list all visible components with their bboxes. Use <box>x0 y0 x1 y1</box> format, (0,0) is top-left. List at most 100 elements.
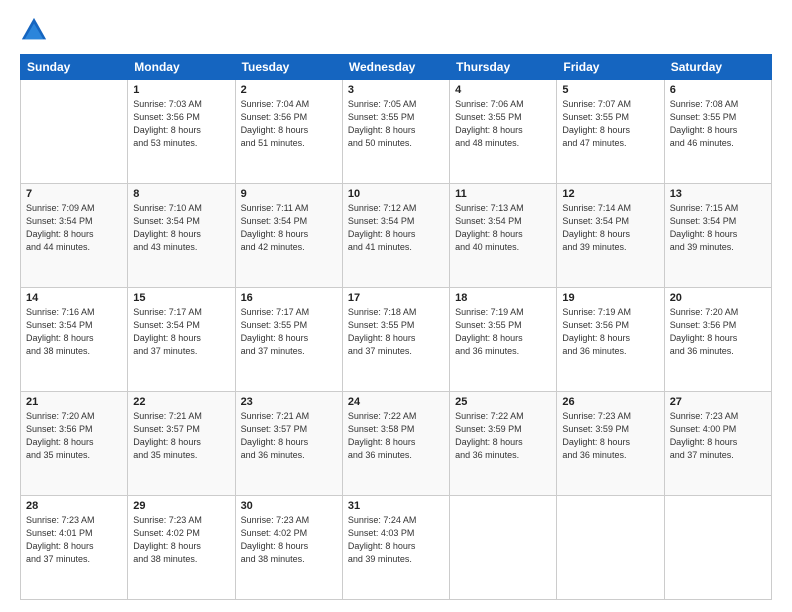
day-info: Sunrise: 7:24 AM Sunset: 4:03 PM Dayligh… <box>348 514 444 566</box>
calendar-cell: 26 Sunrise: 7:23 AM Sunset: 3:59 PM Dayli… <box>557 392 664 496</box>
day-info: Sunrise: 7:09 AM Sunset: 3:54 PM Dayligh… <box>26 202 122 254</box>
calendar-cell: 4 Sunrise: 7:06 AM Sunset: 3:55 PM Daylig… <box>450 80 557 184</box>
page: SundayMondayTuesdayWednesdayThursdayFrid… <box>0 0 792 612</box>
day-info: Sunrise: 7:12 AM Sunset: 3:54 PM Dayligh… <box>348 202 444 254</box>
calendar-cell: 22Sunrise: 7:21 AM Sunset: 3:57 PM Dayli… <box>128 392 235 496</box>
day-number: 17 <box>348 292 444 304</box>
day-number: 16 <box>241 292 337 304</box>
calendar-cell: 14 Sunrise: 7:16 AM Sunset: 3:54 PM Dayli… <box>21 288 128 392</box>
weekday-header-monday: Monday <box>128 55 235 80</box>
calendar-cell: 6 Sunrise: 7:08 AM Sunset: 3:55 PM Daylig… <box>664 80 771 184</box>
day-info: Sunrise: 7:17 AM Sunset: 3:55 PM Dayligh… <box>241 306 337 358</box>
day-info: Sunrise: 7:16 AM Sunset: 3:54 PM Dayligh… <box>26 306 122 358</box>
calendar-cell: 24 Sunrise: 7:22 AM Sunset: 3:58 PM Dayli… <box>342 392 449 496</box>
calendar-cell: 27Sunrise: 7:23 AM Sunset: 4:00 PM Dayli… <box>664 392 771 496</box>
calendar-cell: 8 Sunrise: 7:10 AM Sunset: 3:54 PM Daylig… <box>128 184 235 288</box>
day-number: 13 <box>670 188 766 200</box>
calendar-cell <box>664 496 771 600</box>
calendar-cell: 23 Sunrise: 7:21 AM Sunset: 3:57 PM Dayli… <box>235 392 342 496</box>
day-number: 21 <box>26 396 122 408</box>
day-info: Sunrise: 7:20 AM Sunset: 3:56 PM Dayligh… <box>670 306 766 358</box>
day-number: 23 <box>241 396 337 408</box>
day-number: 25 <box>455 396 551 408</box>
day-number: 19 <box>562 292 658 304</box>
logo <box>20 16 52 44</box>
calendar-cell: 1Sunrise: 7:03 AM Sunset: 3:56 PM Daylig… <box>128 80 235 184</box>
day-number: 26 <box>562 396 658 408</box>
calendar-cell: 21 Sunrise: 7:20 AM Sunset: 3:56 PM Dayli… <box>21 392 128 496</box>
weekday-header-friday: Friday <box>557 55 664 80</box>
day-info: Sunrise: 7:14 AM Sunset: 3:54 PM Dayligh… <box>562 202 658 254</box>
day-number: 20 <box>670 292 766 304</box>
calendar-cell: 18 Sunrise: 7:19 AM Sunset: 3:55 PM Dayli… <box>450 288 557 392</box>
calendar-week-row: 7 Sunrise: 7:09 AM Sunset: 3:54 PM Daylig… <box>21 184 772 288</box>
day-info: Sunrise: 7:20 AM Sunset: 3:56 PM Dayligh… <box>26 410 122 462</box>
calendar-week-row: 21 Sunrise: 7:20 AM Sunset: 3:56 PM Dayli… <box>21 392 772 496</box>
day-info: Sunrise: 7:13 AM Sunset: 3:54 PM Dayligh… <box>455 202 551 254</box>
calendar-week-row: 1Sunrise: 7:03 AM Sunset: 3:56 PM Daylig… <box>21 80 772 184</box>
calendar-cell <box>21 80 128 184</box>
weekday-header-tuesday: Tuesday <box>235 55 342 80</box>
day-info: Sunrise: 7:22 AM Sunset: 3:58 PM Dayligh… <box>348 410 444 462</box>
day-number: 7 <box>26 188 122 200</box>
calendar-cell: 9Sunrise: 7:11 AM Sunset: 3:54 PM Daylig… <box>235 184 342 288</box>
day-info: Sunrise: 7:18 AM Sunset: 3:55 PM Dayligh… <box>348 306 444 358</box>
day-number: 10 <box>348 188 444 200</box>
calendar-cell: 10 Sunrise: 7:12 AM Sunset: 3:54 PM Dayli… <box>342 184 449 288</box>
calendar-cell: 19Sunrise: 7:19 AM Sunset: 3:56 PM Dayli… <box>557 288 664 392</box>
calendar-cell: 12 Sunrise: 7:14 AM Sunset: 3:54 PM Dayli… <box>557 184 664 288</box>
weekday-header-saturday: Saturday <box>664 55 771 80</box>
day-number: 1 <box>133 84 229 96</box>
calendar-cell: 11 Sunrise: 7:13 AM Sunset: 3:54 PM Dayli… <box>450 184 557 288</box>
day-info: Sunrise: 7:17 AM Sunset: 3:54 PM Dayligh… <box>133 306 229 358</box>
calendar-cell: 13 Sunrise: 7:15 AM Sunset: 3:54 PM Dayli… <box>664 184 771 288</box>
day-info: Sunrise: 7:05 AM Sunset: 3:55 PM Dayligh… <box>348 98 444 150</box>
calendar-cell: 28 Sunrise: 7:23 AM Sunset: 4:01 PM Dayli… <box>21 496 128 600</box>
day-number: 8 <box>133 188 229 200</box>
day-info: Sunrise: 7:04 AM Sunset: 3:56 PM Dayligh… <box>241 98 337 150</box>
calendar-cell: 31 Sunrise: 7:24 AM Sunset: 4:03 PM Dayli… <box>342 496 449 600</box>
calendar-cell: 30Sunrise: 7:23 AM Sunset: 4:02 PM Dayli… <box>235 496 342 600</box>
day-info: Sunrise: 7:10 AM Sunset: 3:54 PM Dayligh… <box>133 202 229 254</box>
day-number: 6 <box>670 84 766 96</box>
day-number: 9 <box>241 188 337 200</box>
calendar-cell: 20 Sunrise: 7:20 AM Sunset: 3:56 PM Dayli… <box>664 288 771 392</box>
day-number: 29 <box>133 500 229 512</box>
day-number: 5 <box>562 84 658 96</box>
calendar-cell <box>450 496 557 600</box>
calendar-cell: 3 Sunrise: 7:05 AM Sunset: 3:55 PM Daylig… <box>342 80 449 184</box>
day-info: Sunrise: 7:07 AM Sunset: 3:55 PM Dayligh… <box>562 98 658 150</box>
day-info: Sunrise: 7:23 AM Sunset: 4:02 PM Dayligh… <box>133 514 229 566</box>
day-number: 18 <box>455 292 551 304</box>
calendar-table: SundayMondayTuesdayWednesdayThursdayFrid… <box>20 54 772 600</box>
calendar-header-row: SundayMondayTuesdayWednesdayThursdayFrid… <box>21 55 772 80</box>
day-number: 15 <box>133 292 229 304</box>
day-number: 11 <box>455 188 551 200</box>
day-info: Sunrise: 7:22 AM Sunset: 3:59 PM Dayligh… <box>455 410 551 462</box>
calendar-cell <box>557 496 664 600</box>
header <box>20 16 772 44</box>
day-info: Sunrise: 7:21 AM Sunset: 3:57 PM Dayligh… <box>241 410 337 462</box>
day-number: 14 <box>26 292 122 304</box>
day-number: 4 <box>455 84 551 96</box>
day-info: Sunrise: 7:08 AM Sunset: 3:55 PM Dayligh… <box>670 98 766 150</box>
day-number: 28 <box>26 500 122 512</box>
calendar-cell: 17 Sunrise: 7:18 AM Sunset: 3:55 PM Dayli… <box>342 288 449 392</box>
day-info: Sunrise: 7:15 AM Sunset: 3:54 PM Dayligh… <box>670 202 766 254</box>
day-info: Sunrise: 7:06 AM Sunset: 3:55 PM Dayligh… <box>455 98 551 150</box>
day-number: 24 <box>348 396 444 408</box>
day-info: Sunrise: 7:23 AM Sunset: 4:01 PM Dayligh… <box>26 514 122 566</box>
logo-icon <box>20 16 48 44</box>
calendar-cell: 15 Sunrise: 7:17 AM Sunset: 3:54 PM Dayli… <box>128 288 235 392</box>
day-info: Sunrise: 7:23 AM Sunset: 3:59 PM Dayligh… <box>562 410 658 462</box>
day-number: 2 <box>241 84 337 96</box>
day-number: 12 <box>562 188 658 200</box>
calendar-cell: 29 Sunrise: 7:23 AM Sunset: 4:02 PM Dayli… <box>128 496 235 600</box>
calendar-cell: 16 Sunrise: 7:17 AM Sunset: 3:55 PM Dayli… <box>235 288 342 392</box>
day-info: Sunrise: 7:23 AM Sunset: 4:02 PM Dayligh… <box>241 514 337 566</box>
day-info: Sunrise: 7:19 AM Sunset: 3:55 PM Dayligh… <box>455 306 551 358</box>
day-number: 22 <box>133 396 229 408</box>
day-number: 3 <box>348 84 444 96</box>
day-number: 31 <box>348 500 444 512</box>
day-number: 27 <box>670 396 766 408</box>
